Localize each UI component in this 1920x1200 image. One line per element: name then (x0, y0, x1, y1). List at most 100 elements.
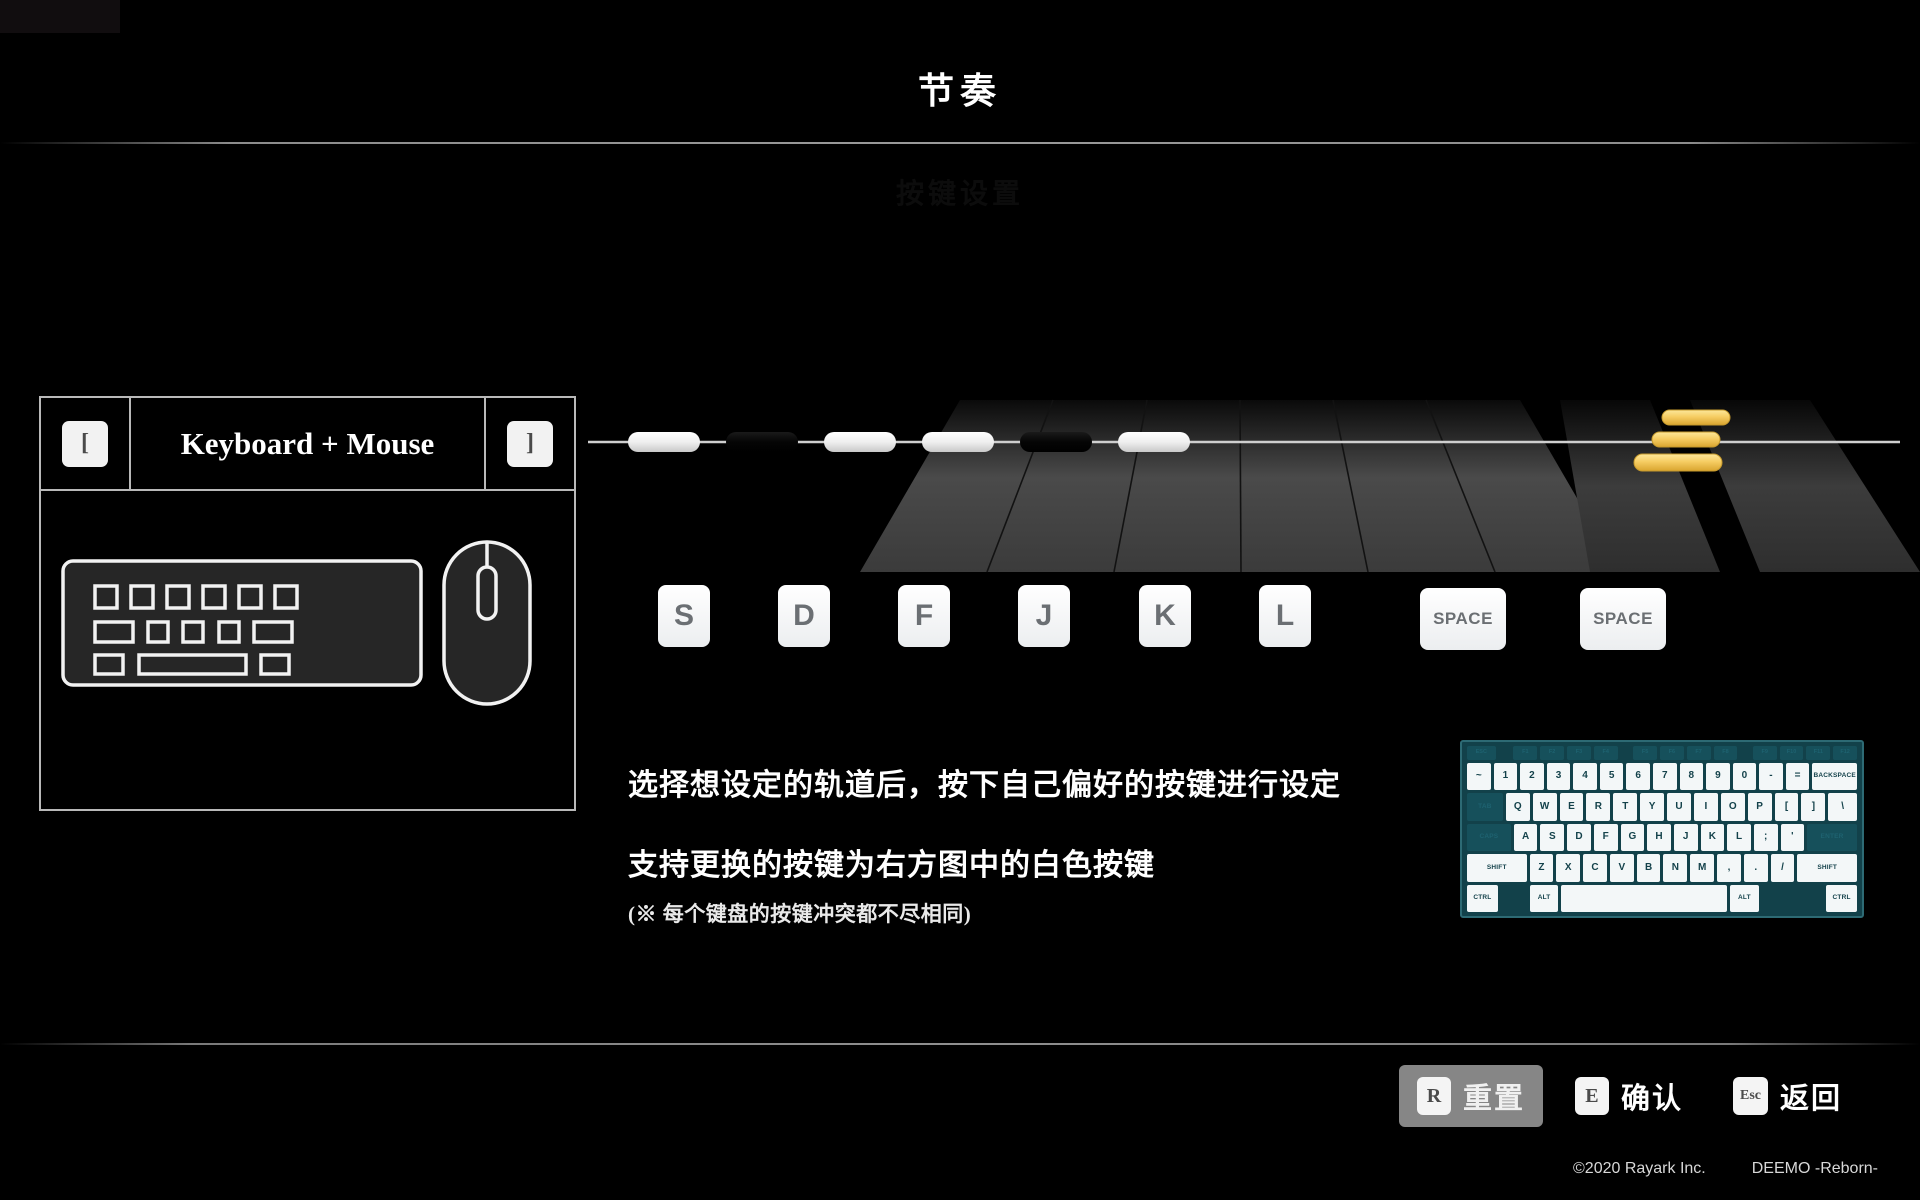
next-device-key-cap: ] (507, 420, 553, 467)
mini-key-period: . (1743, 854, 1768, 882)
mini-keyboard-diagram: ESC F1 F2 F3 F4 F5 F 6 F7 F8 F9 F10 F11 F… (1460, 740, 1864, 918)
back-key-cap: Esc (1732, 1077, 1768, 1115)
mini-key-y: Y (1640, 793, 1665, 821)
back-button[interactable]: Esc 返回 (1715, 1065, 1860, 1127)
mini-key-k: K (1700, 823, 1725, 852)
mini-key-ctrl-left: CTRL (1467, 884, 1498, 912)
mini-key-f10: F10 (1779, 746, 1804, 760)
mini-key-esc: ESC (1467, 746, 1496, 760)
copyright-text: ©2020 Rayark Inc. (1573, 1160, 1706, 1177)
mini-key-2: 2 (1520, 762, 1544, 791)
mini-key-f1: F1 (1513, 746, 1538, 760)
confirm-key-cap: E (1574, 1077, 1609, 1115)
mini-key-f11: F11 (1806, 746, 1831, 760)
mini-key-x: X (1556, 854, 1581, 882)
mini-key-o: O (1720, 793, 1745, 821)
mini-key-alt-left: ALT (1529, 884, 1559, 912)
reset-label: 重置 (1462, 1083, 1525, 1115)
keyboard-icon (61, 559, 423, 687)
mini-key-i: I (1693, 793, 1718, 821)
mini-key-r: R (1586, 793, 1611, 821)
instruction-line-1: 选择想设定的轨道后，按下自己偏好的按键进行设定 (628, 769, 1341, 802)
device-selector-panel: [ Keyboard + Mouse ] (39, 396, 576, 811)
mini-key-f3: F3 (1567, 746, 1591, 760)
lane-key-7[interactable]: SPACE (1420, 588, 1506, 650)
mini-key-alt-right: ALT (1730, 884, 1759, 912)
footer: ©2020 Rayark Inc. DEEMO -Reborn- (1573, 1160, 1878, 1178)
mini-key-shift-left: SHIFT (1467, 854, 1527, 882)
product-title: DEEMO -Reborn- (1751, 1160, 1878, 1177)
mini-key-z: Z (1529, 854, 1554, 882)
instruction-block: 选择想设定的轨道后，按下自己偏好的按键进行设定 支持更换的按键为右方图中的白色按… (628, 760, 1488, 928)
mini-key-g: G (1620, 823, 1645, 852)
mini-key-u: U (1667, 793, 1691, 821)
mini-key-m: M (1690, 854, 1715, 882)
reset-key-cap: R (1416, 1077, 1451, 1115)
mini-key-8: 8 (1679, 762, 1704, 791)
mini-kb-row-home: CAPS A S D F G H J K L ; ' ENTER (1467, 823, 1857, 852)
page-title: 节奏 (917, 71, 1002, 111)
mini-key-caps: CAPS (1467, 823, 1511, 852)
mini-key-bracket-left: [ (1774, 793, 1799, 821)
top-left-corner-tab (0, 0, 120, 33)
mini-key-p: P (1747, 793, 1772, 821)
mini-key-f5: F5 (1633, 746, 1657, 760)
lane-key-4[interactable]: J (1018, 585, 1070, 647)
instruction-note: (※ 每个键盘的按键冲突都不尽相同) (628, 902, 972, 926)
mini-key-e: E (1559, 793, 1584, 821)
title-divider (0, 142, 1920, 144)
mini-key-1: 1 (1493, 762, 1518, 791)
mini-key-n: N (1663, 854, 1688, 882)
mini-kb-row-space: CTRL ALT ALT CTRL (1467, 884, 1857, 912)
mouse-icon (442, 540, 532, 706)
mini-key-f9: F9 (1752, 746, 1777, 760)
confirm-label: 确认 (1620, 1083, 1683, 1115)
mini-key-tab: TAB (1467, 793, 1503, 821)
lane-stage: S D F J K L SPACE SPACE (560, 380, 1920, 660)
mini-key-7: 7 (1652, 762, 1677, 791)
bottom-divider (0, 1043, 1920, 1045)
mini-key-f8: F8 (1713, 746, 1738, 760)
mini-key-j: J (1673, 823, 1698, 852)
mini-key-d: D (1567, 823, 1591, 852)
lane-key-3[interactable]: F (898, 585, 950, 647)
mini-kb-row-number: ~ 1 2 3 4 5 6 7 8 9 0 - = BACKSPACE (1467, 762, 1858, 791)
mini-key-b: B (1636, 854, 1661, 882)
mini-key-w: W (1532, 793, 1557, 821)
confirm-button[interactable]: E 确认 (1557, 1065, 1701, 1127)
lane-key-8[interactable]: SPACE (1580, 588, 1666, 650)
ghost-subtitle: 按键设置 (895, 179, 1024, 210)
mini-key-f7: F7 (1686, 746, 1711, 760)
lane-key-6[interactable]: L (1259, 585, 1311, 647)
mini-key-f2: F2 (1540, 746, 1565, 760)
mini-key-enter: ENTER (1807, 823, 1857, 852)
mini-kb-row-qwerty: TAB Q W E R T Y U I O P [ ] \ (1467, 793, 1857, 821)
device-selector-header: [ Keyboard + Mouse ] (41, 398, 574, 491)
mini-key-comma: , (1717, 854, 1741, 882)
mini-key-l: L (1727, 823, 1751, 852)
mini-key-semicolon: ; (1753, 823, 1778, 852)
mini-key-backslash: \ (1828, 793, 1857, 821)
mini-key-v: V (1609, 854, 1634, 882)
device-name-label: Keyboard + Mouse (180, 425, 435, 461)
mini-key-tilde: ~ (1467, 762, 1491, 791)
mini-key-f: F (1593, 823, 1618, 852)
mini-key-equals: = (1785, 762, 1810, 791)
mini-key-slash: / (1770, 854, 1795, 882)
prev-device-key-cap: [ (62, 420, 108, 467)
mini-key-minus: - (1759, 762, 1783, 791)
lane-key-2[interactable]: D (778, 585, 830, 647)
mini-key-9: 9 (1706, 762, 1730, 791)
reset-button[interactable]: R 重置 (1398, 1065, 1543, 1127)
mini-kb-row-bottom-letters: SHIFT Z X C V B N M , . / SHIFT (1467, 854, 1857, 882)
mini-key-f4: F4 (1593, 746, 1618, 760)
lane-key-5[interactable]: K (1139, 585, 1191, 647)
mini-key-t: T (1613, 793, 1638, 821)
prev-device-button[interactable]: [ (41, 398, 131, 489)
back-label: 返回 (1779, 1083, 1842, 1115)
device-illustration (41, 491, 574, 809)
mini-key-backspace: BACKSPACE (1812, 762, 1858, 791)
lane-key-1[interactable]: S (658, 585, 710, 647)
mini-key-f12: F12 (1833, 746, 1858, 760)
mini-key-6: 6 (1626, 762, 1650, 791)
